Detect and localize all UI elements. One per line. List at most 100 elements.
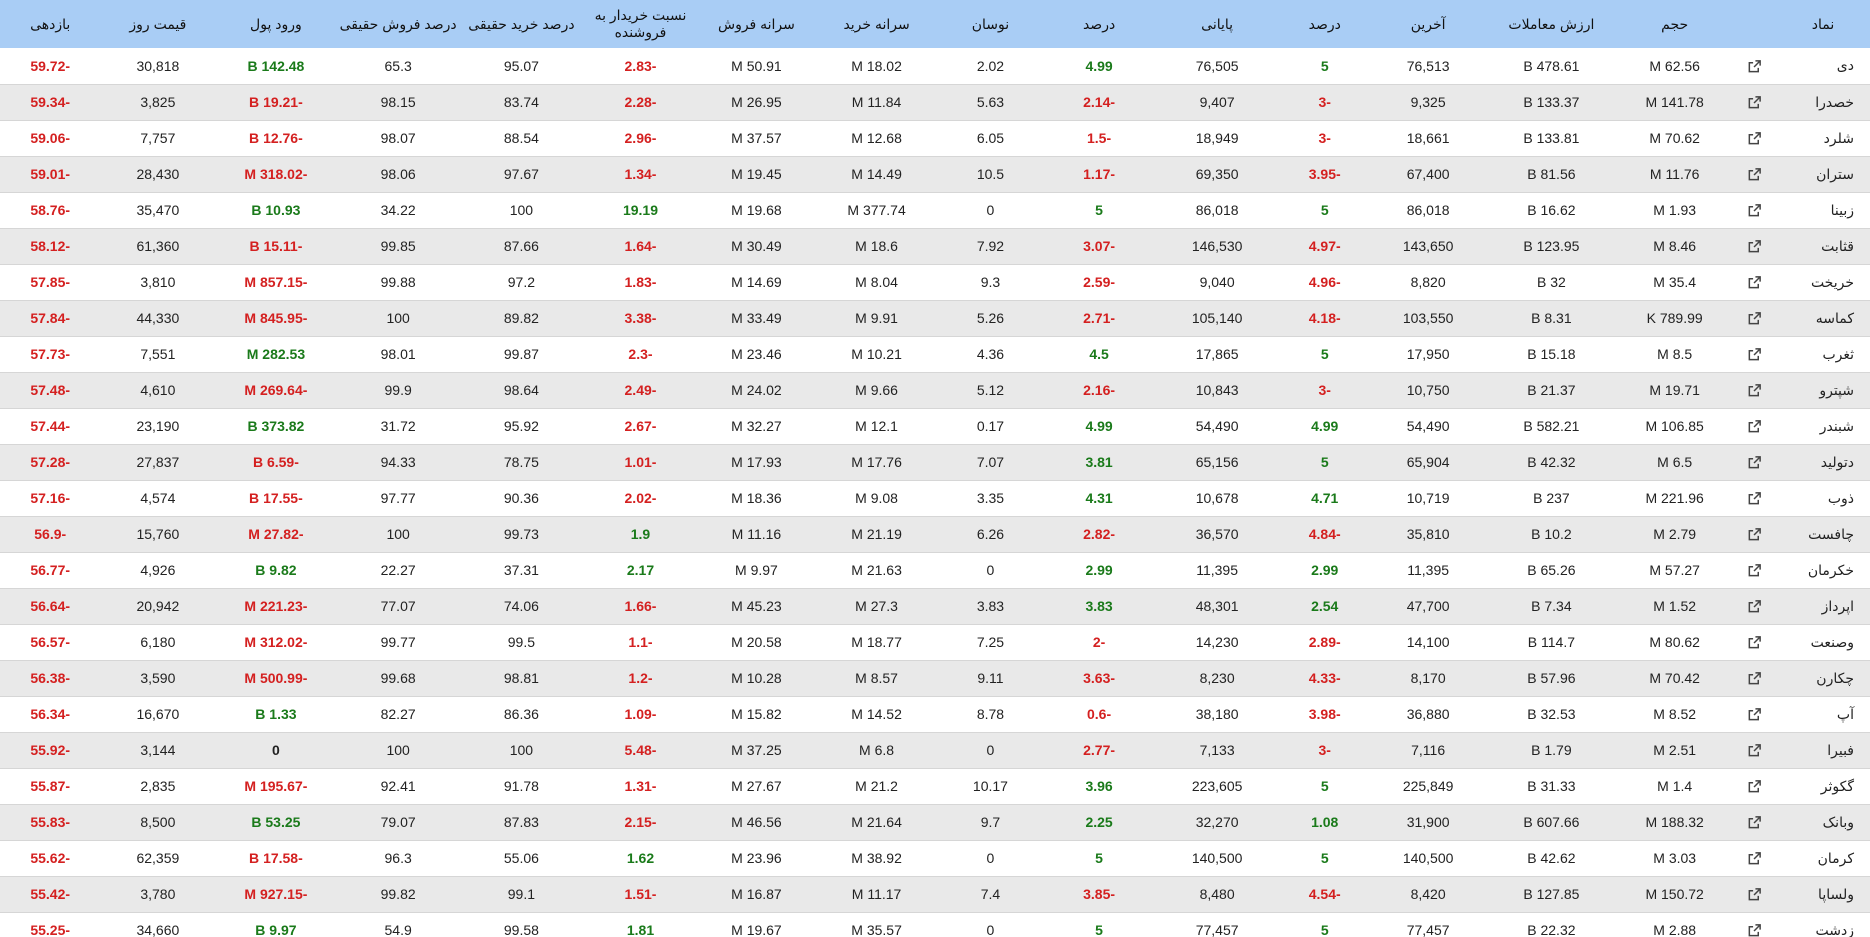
cell-symbol[interactable]: دتولید	[1776, 444, 1870, 480]
table-row[interactable]: شپترو 19.71 M 21.37 B 10,750 -3 10,843 -2.16 5.…	[0, 372, 1870, 408]
cell-symbol[interactable]: ستران	[1776, 156, 1870, 192]
cell-symbol[interactable]: وبانک	[1776, 804, 1870, 840]
table-row[interactable]: ذوب 221.96 M 237 B 10,719 4.71 10,678 4.31 3.35…	[0, 480, 1870, 516]
external-link-icon[interactable]	[1747, 95, 1762, 110]
table-row[interactable]: ستران 11.76 M 81.56 B 67,400 -3.95 69,350 -1.1…	[0, 156, 1870, 192]
table-row[interactable]: چکارن 70.42 M 57.96 B 8,170 -4.33 8,230 -3.63 9…	[0, 660, 1870, 696]
col-header-range[interactable]: نوسان	[938, 0, 1043, 48]
col-header-buyer-seller-ratio[interactable]: نسبت خریدار به فروشنده	[583, 0, 698, 48]
table-row[interactable]: کرمان 3.03 M 42.62 B 140,500 5 140,500 5 0 38.92…	[0, 840, 1870, 876]
cell-symbol[interactable]: کماسه	[1776, 300, 1870, 336]
cell-close-price: 77,457	[1195, 922, 1239, 937]
col-header-close-price[interactable]: پایانی	[1155, 0, 1279, 48]
table-row[interactable]: شبندر 106.85 M 582.21 B 54,490 4.99 54,490 4.9…	[0, 408, 1870, 444]
col-header-symbol[interactable]: نماد	[1775, 0, 1870, 48]
col-header-real-buy-percent[interactable]: درصد خرید حقیقی	[459, 0, 584, 48]
table-row[interactable]: کماسه 789.99 K 8.31 B 103,550 -4.18 105,140 -2…	[0, 300, 1870, 336]
external-link-icon[interactable]	[1747, 311, 1762, 326]
cell-symbol[interactable]: خریخت	[1776, 264, 1870, 300]
external-link-icon[interactable]	[1747, 779, 1762, 794]
table-row[interactable]: ثغرب 8.5 M 15.18 B 17,950 5 17,865 4.5 4.36 10.2…	[0, 336, 1870, 372]
col-header-money-inflow[interactable]: ورود پول	[215, 0, 337, 48]
col-header-day-price[interactable]: قیمت روز	[100, 0, 216, 48]
external-link-icon[interactable]	[1747, 239, 1762, 254]
cell-symbol[interactable]: کرمان	[1776, 840, 1870, 876]
cell-symbol[interactable]: زدشت	[1776, 912, 1870, 937]
col-header-return[interactable]: بازدهی	[0, 0, 101, 48]
cell-symbol[interactable]: فبیرا	[1776, 732, 1870, 768]
table-row[interactable]: خصدرا 141.78 M 133.37 B 9,325 -3 9,407 -2.14 5.…	[0, 84, 1870, 120]
external-link-icon[interactable]	[1747, 527, 1762, 542]
external-link-icon[interactable]	[1747, 131, 1762, 146]
cell-last-percent: 5	[1320, 454, 1329, 470]
table-row[interactable]: زدشت 2.88 M 22.32 B 77,457 5 77,457 5 0 35.57 M 1…	[0, 912, 1870, 937]
cell-buyer-seller-ratio: -1.01	[624, 454, 657, 470]
external-link-icon[interactable]	[1747, 491, 1762, 506]
cell-symbol[interactable]: اپرداز	[1776, 588, 1870, 624]
cell-symbol[interactable]: قثابت	[1776, 228, 1870, 264]
cell-return: -55.83	[30, 814, 71, 830]
external-link-icon[interactable]	[1747, 203, 1762, 218]
external-link-icon[interactable]	[1747, 59, 1762, 74]
cell-symbol[interactable]: زبینا	[1776, 192, 1870, 228]
external-link-icon[interactable]	[1747, 275, 1762, 290]
col-header-real-sell-percent[interactable]: درصد فروش حقیقی	[336, 0, 460, 48]
table-row[interactable]: وصنعت 80.62 M 114.7 B 14,100 -2.89 14,230 -2 7.…	[0, 624, 1870, 660]
external-link-icon[interactable]	[1747, 707, 1762, 722]
external-link-icon[interactable]	[1747, 563, 1762, 578]
table-row[interactable]: ولساپا 150.72 M 127.85 B 8,420 -4.54 8,480 -3.…	[0, 876, 1870, 912]
external-link-icon[interactable]	[1747, 815, 1762, 830]
table-row[interactable]: فبیرا 2.51 M 1.79 B 7,116 -3 7,133 -2.77 0 6.8 M…	[0, 732, 1870, 768]
cell-symbol[interactable]: وصنعت	[1776, 624, 1870, 660]
external-link-icon[interactable]	[1747, 887, 1762, 902]
table-row[interactable]: خریخت 35.4 M 32 B 8,820 -4.96 9,040 -2.59 9.3 8.…	[0, 264, 1870, 300]
cell-symbol[interactable]: آپ	[1776, 696, 1870, 732]
table-row[interactable]: شلرد 70.62 M 133.81 B 18,661 -3 18,949 -1.5 6.0…	[0, 120, 1870, 156]
cell-symbol[interactable]: چکارن	[1776, 660, 1870, 696]
external-link-icon[interactable]	[1747, 635, 1762, 650]
table-row[interactable]: قثابت 8.46 M 123.95 B 143,650 -4.97 146,530 -3…	[0, 228, 1870, 264]
cell-symbol[interactable]: خصدرا	[1776, 84, 1870, 120]
cell-symbol[interactable]: ولساپا	[1776, 876, 1870, 912]
cell-symbol[interactable]: گکوثر	[1776, 768, 1870, 804]
table-row[interactable]: دتولید 6.5 M 42.32 B 65,904 5 65,156 3.81 7.07 1…	[0, 444, 1870, 480]
cell-symbol[interactable]: شپترو	[1776, 372, 1870, 408]
cell-buy-per-capita: 9.91 M	[855, 310, 898, 326]
table-row[interactable]: گکوثر 1.4 M 31.33 B 225,849 5 223,605 3.96 10.1…	[0, 768, 1870, 804]
cell-last-percent: -3	[1318, 130, 1331, 146]
table-row[interactable]: وبانک 188.32 M 607.66 B 31,900 1.08 32,270 2.2…	[0, 804, 1870, 840]
table-row[interactable]: خکرمان 57.27 M 65.26 B 11,395 2.99 11,395 2.99…	[0, 552, 1870, 588]
col-header-close-percent[interactable]: درصد	[1042, 0, 1156, 48]
col-header-sell-per-capita[interactable]: سرانه فروش	[697, 0, 815, 48]
cell-real-buy-percent: 87.66	[503, 238, 539, 254]
cell-symbol[interactable]: ثغرب	[1776, 336, 1870, 372]
col-header-last-percent[interactable]: درصد	[1278, 0, 1371, 48]
external-link-icon[interactable]	[1747, 167, 1762, 182]
external-link-icon[interactable]	[1747, 419, 1762, 434]
col-header-buy-per-capita[interactable]: سرانه خرید	[814, 0, 939, 48]
col-header-last-price[interactable]: آخرین	[1370, 0, 1486, 48]
external-link-icon[interactable]	[1747, 599, 1762, 614]
table-row[interactable]: چافست 2.79 M 10.2 B 35,810 -4.84 36,570 -2.82 6…	[0, 516, 1870, 552]
external-link-icon[interactable]	[1747, 671, 1762, 686]
col-header-volume[interactable]: حجم	[1617, 0, 1733, 48]
external-link-icon[interactable]	[1747, 347, 1762, 362]
table-row[interactable]: اپرداز 1.52 M 7.34 B 47,700 2.54 48,301 3.83 3.…	[0, 588, 1870, 624]
table-row[interactable]: آپ 8.52 M 32.53 B 36,880 -3.98 38,180 -0.6 8.78…	[0, 696, 1870, 732]
table-row[interactable]: دی 62.56 M 478.61 B 76,513 5 76,505 4.99 2.02 18…	[0, 48, 1870, 84]
cell-volume: 141.78 M	[1645, 94, 1704, 110]
external-link-icon[interactable]	[1747, 923, 1762, 937]
cell-symbol[interactable]: دی	[1776, 48, 1870, 84]
table-row[interactable]: زبینا 1.93 M 16.62 B 86,018 5 86,018 5 0 377.74 …	[0, 192, 1870, 228]
col-header-trade-value[interactable]: ارزش معاملات	[1485, 0, 1618, 48]
cell-symbol[interactable]: چافست	[1776, 516, 1870, 552]
external-link-icon[interactable]	[1747, 851, 1762, 866]
cell-symbol[interactable]: شلرد	[1776, 120, 1870, 156]
external-link-icon[interactable]	[1747, 383, 1762, 398]
external-link-icon[interactable]	[1747, 455, 1762, 470]
cell-last-price: 7,116	[1411, 742, 1446, 758]
cell-symbol[interactable]: ذوب	[1776, 480, 1870, 516]
external-link-icon[interactable]	[1747, 743, 1762, 758]
cell-symbol[interactable]: خکرمان	[1776, 552, 1870, 588]
cell-symbol[interactable]: شبندر	[1776, 408, 1870, 444]
